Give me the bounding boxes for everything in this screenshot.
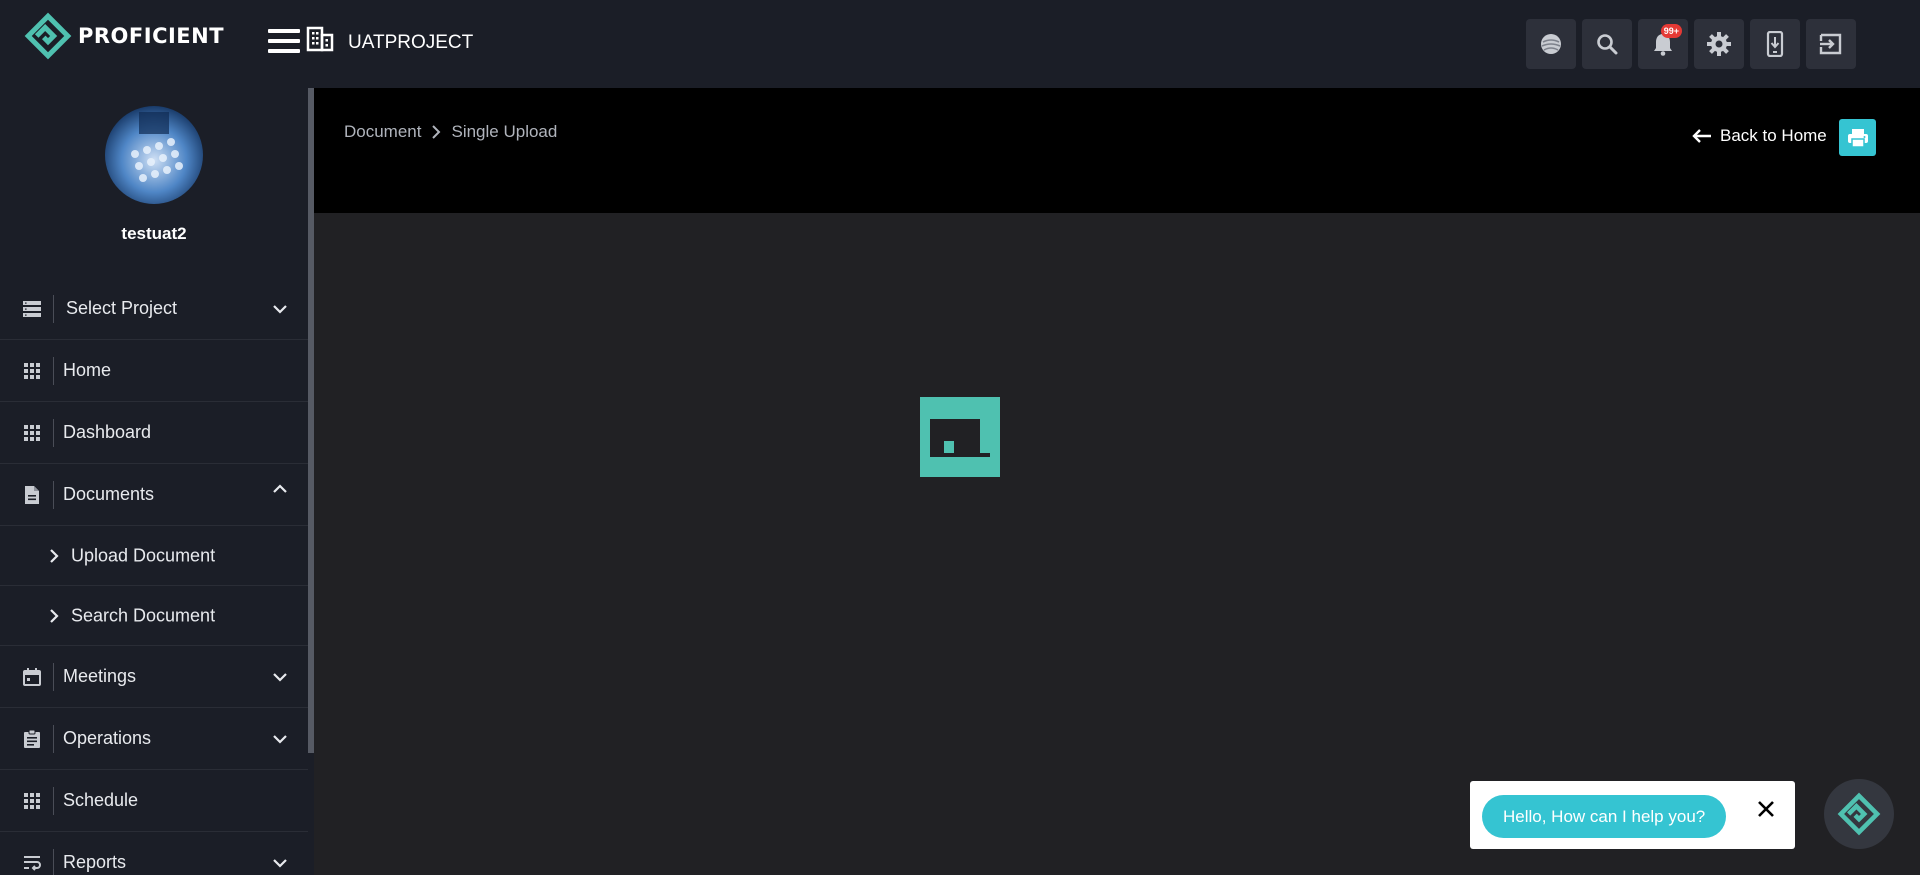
avatar-image [105, 106, 203, 204]
mobile-app-button[interactable] [1750, 19, 1800, 69]
sidebar-subitem-label: Upload Document [71, 545, 216, 565]
sidebar-item-dashboard[interactable]: Dashboard [0, 402, 308, 464]
print-button[interactable] [1839, 119, 1876, 156]
settings-button[interactable] [1694, 19, 1744, 69]
sidebar-item-label: Select Project [66, 298, 178, 318]
breadcrumb-item-document[interactable]: Document [344, 122, 421, 142]
search-icon [1597, 34, 1618, 55]
logo[interactable]: PROFICIENT [24, 12, 224, 60]
theme-toggle-button[interactable] [1526, 19, 1576, 69]
sidebar-subitem-label: Search Document [71, 605, 216, 625]
sidebar-item-label: Documents [63, 484, 155, 504]
clipboard-icon [22, 729, 42, 749]
back-to-home-link[interactable]: Back to Home [1692, 126, 1827, 146]
loading-spinner-icon [920, 397, 1000, 477]
sidebar-subitem-upload-document[interactable]: Upload Document [0, 526, 308, 586]
menu-toggle-button[interactable] [268, 29, 300, 53]
server-list-icon [22, 299, 42, 319]
chevron-down-icon [273, 304, 287, 314]
project-name[interactable]: UATPROJECT [348, 32, 473, 54]
mobile-download-icon [1766, 31, 1784, 57]
logo-text: PROFICIENT [78, 24, 225, 48]
grid-icon [22, 361, 42, 381]
building-icon [306, 26, 334, 52]
chevron-down-icon [273, 734, 287, 744]
sidebar-item-operations[interactable]: Operations [0, 708, 308, 770]
sidebar-item-label: Reports [63, 852, 127, 872]
notification-badge: 99+ [1660, 24, 1682, 38]
back-to-home-label: Back to Home [1720, 126, 1827, 145]
sidebar-item-reports[interactable]: Reports [0, 832, 308, 875]
printer-icon [1847, 128, 1868, 148]
breadcrumb-item-current: Single Upload [451, 122, 558, 141]
sidebar-item-label: Home [63, 360, 112, 380]
sidebar-item-label: Schedule [63, 790, 139, 810]
calendar-icon [22, 667, 42, 687]
chevron-down-icon [273, 858, 287, 868]
sidebar: testuat2 Select Project Home Dashboard D… [0, 88, 314, 875]
chevron-down-icon [273, 672, 287, 682]
theme-toggle-icon [1541, 34, 1561, 54]
chevron-right-icon [432, 125, 441, 139]
chat-greeting-text: Hello, How can I help you? [1503, 806, 1706, 826]
sidebar-menu: Select Project Home Dashboard Documents [0, 278, 308, 875]
proficient-logo-icon [24, 12, 72, 60]
header-actions: 99+ [1526, 19, 1856, 69]
chat-launcher-button[interactable] [1824, 779, 1894, 849]
sidebar-item-home[interactable]: Home [0, 340, 308, 402]
top-bar: PROFICIENT UATPROJECT 99+ [0, 0, 1920, 88]
breadcrumb: Document Single Upload [344, 122, 557, 142]
sidebar-item-label: Meetings [63, 666, 137, 686]
arrow-left-icon [1692, 129, 1711, 143]
page-header: Document Single Upload Back to Home [314, 88, 1920, 213]
grid-icon [22, 791, 42, 811]
sidebar-subitem-search-document[interactable]: Search Document [0, 586, 308, 646]
sidebar-item-label: Operations [63, 728, 152, 748]
sidebar-item-select-project[interactable]: Select Project [0, 278, 308, 340]
grid-icon [22, 423, 42, 443]
username: testuat2 [121, 224, 187, 243]
gear-icon [1707, 32, 1731, 56]
chevron-right-icon [50, 548, 59, 563]
logout-icon [1819, 33, 1842, 55]
sidebar-item-schedule[interactable]: Schedule [0, 770, 308, 832]
proficient-logo-icon [1837, 792, 1881, 836]
sidebar-item-label: Dashboard [63, 422, 152, 442]
sidebar-item-documents[interactable]: Documents [0, 464, 308, 526]
document-icon [22, 485, 42, 505]
wrap-text-icon [22, 853, 42, 873]
sidebar-item-meetings[interactable]: Meetings [0, 646, 308, 708]
chat-greeting-button[interactable]: Hello, How can I help you? [1482, 795, 1727, 838]
notifications-button[interactable]: 99+ [1638, 19, 1688, 69]
logout-button[interactable] [1806, 19, 1856, 69]
close-icon[interactable] [1756, 799, 1776, 819]
chevron-up-icon [273, 483, 287, 493]
search-button[interactable] [1582, 19, 1632, 69]
chat-popup: Hello, How can I help you? [1470, 781, 1795, 849]
chevron-right-icon [50, 608, 59, 623]
avatar[interactable] [105, 106, 203, 204]
